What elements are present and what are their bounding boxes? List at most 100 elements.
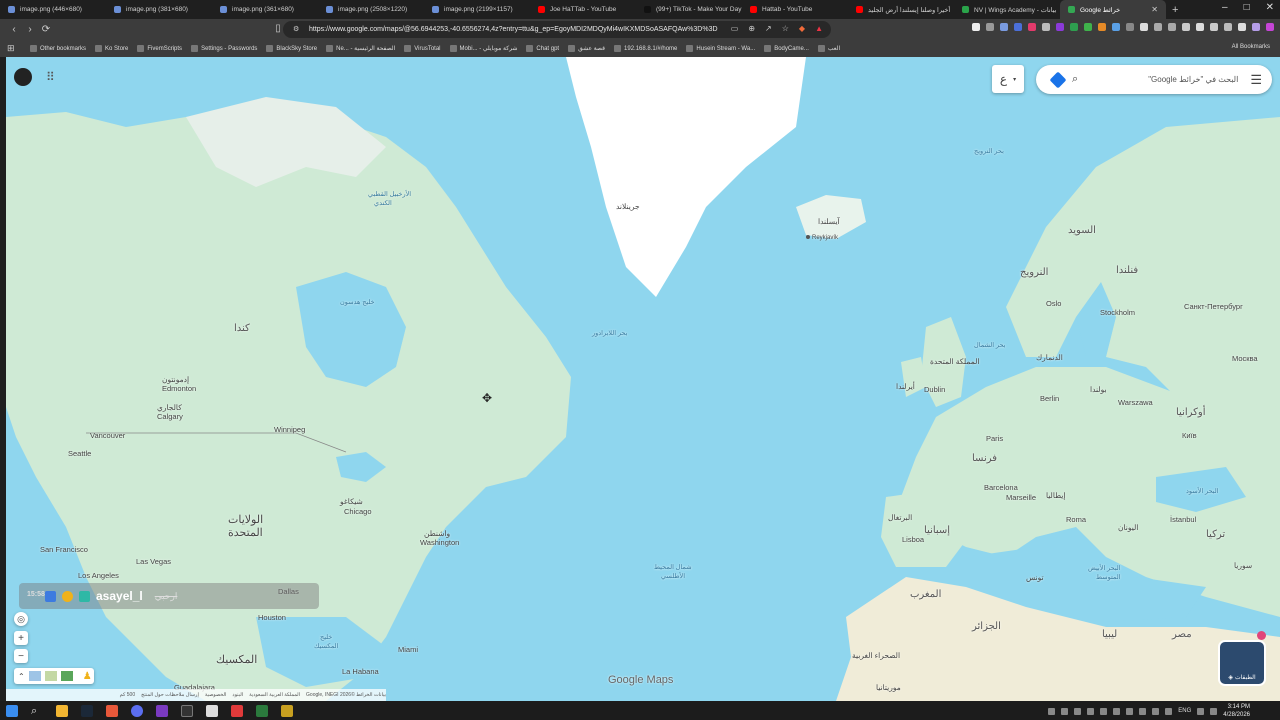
extension-icon[interactable] [1042, 23, 1050, 31]
map-thumb-icon[interactable] [28, 671, 41, 681]
map-label-ukraine[interactable]: أوكرانيا [1176, 407, 1206, 418]
map-label-seattle[interactable]: Seattle [68, 449, 91, 458]
map-label-usa[interactable]: الولايات [228, 513, 263, 526]
zoom-icon[interactable]: ⊕ [748, 24, 755, 33]
attribution-link[interactable]: الخصوصية [205, 692, 227, 698]
map-label-greenland[interactable]: جرينلاند [616, 202, 640, 211]
volume-icon[interactable] [1210, 707, 1218, 715]
map-label-usa-2[interactable]: المتحدة [228, 526, 263, 539]
tray-icon[interactable] [1048, 707, 1056, 715]
map-label-algeria[interactable]: الجزائر [972, 621, 1001, 632]
map-label-washington-ar[interactable]: واشنطن [424, 529, 450, 538]
attribution-link[interactable]: بيانات الخرائط ©2026 Google, INEGI [306, 692, 386, 698]
map-label-kyiv[interactable]: Київ [1182, 431, 1197, 440]
bookmark-item[interactable]: Ko Store [95, 45, 128, 52]
language-button[interactable]: ع ▾ [992, 65, 1024, 93]
layers-button[interactable]: ◈ الطبقات [1218, 640, 1266, 686]
map-label-barcelona[interactable]: Barcelona [984, 483, 1018, 492]
satellite-thumb-icon[interactable] [60, 671, 73, 681]
map-label-sweden[interactable]: السويد [1068, 225, 1096, 236]
star-icon[interactable]: ☆ [782, 24, 789, 33]
zoom-out-button[interactable]: − [14, 649, 28, 663]
language-indicator[interactable]: ENG [1178, 708, 1191, 714]
file-explorer-icon[interactable] [56, 704, 68, 717]
app-icon[interactable] [231, 704, 243, 717]
maximize-icon[interactable]: □ [1244, 2, 1250, 13]
extension-icon[interactable] [1224, 23, 1232, 31]
map-label-roma[interactable]: Roma [1066, 515, 1086, 524]
map-label-spain[interactable]: إسبانيا [924, 525, 950, 536]
map-label-edmonton-en[interactable]: Edmonton [162, 384, 196, 393]
extension-icon[interactable] [1210, 23, 1218, 31]
tray-icon[interactable] [1152, 707, 1160, 715]
extension-icon[interactable] [1140, 23, 1148, 31]
extension-icon[interactable] [1098, 23, 1106, 31]
browser-tab[interactable]: Google خرائط ✕ [1060, 0, 1166, 19]
map-label-vancouver[interactable]: Vancouver [90, 431, 125, 440]
map-type-strip[interactable]: ⌃ ♟ [14, 668, 94, 684]
tray-icon[interactable] [1061, 707, 1069, 715]
map-label-portugal[interactable]: البرتغال [888, 513, 912, 522]
extension-icon[interactable] [1238, 23, 1246, 31]
bookmark-item[interactable]: العب [817, 45, 840, 52]
pegman-icon[interactable]: ♟ [83, 671, 92, 682]
extension-icon[interactable] [1154, 23, 1162, 31]
attribution-link[interactable]: إرسال ملاحظات حول المنتج [141, 692, 199, 698]
map-label-finland[interactable]: فنلندا [1116, 265, 1138, 276]
obs-icon[interactable] [181, 704, 193, 717]
bookmark-item[interactable]: Settings - Passwords [191, 45, 257, 52]
map-canvas[interactable]: جرينلاند آيسلندا Reykjavík كندا الولايات… [6, 57, 1280, 701]
map-label-uk[interactable]: المملكة المتحدة [930, 357, 979, 366]
map-label-norway[interactable]: النرويج [1020, 267, 1048, 278]
bookmark-item[interactable]: VirusTotal [404, 45, 441, 52]
map-label-western-sahara[interactable]: الصحراء الغربية [852, 651, 900, 660]
browser-tab[interactable]: Hattab - YouTube [742, 0, 848, 19]
directions-icon[interactable] [1049, 71, 1067, 88]
share-icon[interactable]: ↗ [765, 24, 772, 33]
map-label-libya[interactable]: ليبيا [1102, 629, 1117, 640]
bookmark-item[interactable]: BlackSky Store [266, 45, 317, 52]
map-label-ireland[interactable]: أيرلندا [896, 382, 915, 391]
map-label-italy[interactable]: إيطاليا [1046, 491, 1065, 500]
map-label-washington[interactable]: Washington [420, 538, 459, 547]
map-label-chicago-ar[interactable]: شيكاغو [340, 497, 363, 506]
all-bookmarks-button[interactable]: All Bookmarks [1232, 44, 1270, 50]
map-label-syria[interactable]: سوريا [1234, 561, 1252, 570]
menu-icon[interactable]: ☰ [1250, 72, 1262, 88]
wifi-icon[interactable] [1197, 707, 1205, 715]
extension-icon[interactable] [1168, 23, 1176, 31]
extension-icon[interactable] [986, 23, 994, 31]
steam-icon[interactable] [81, 704, 93, 717]
browser-tab[interactable]: أخيرا وصلنا إيسلندا أرض الجليد [848, 0, 954, 19]
brave-icon[interactable] [106, 704, 118, 717]
map-label-mauritania[interactable]: موريتانيا [876, 683, 901, 692]
map-label-turkey[interactable]: تركيا [1206, 529, 1225, 540]
extension-icon[interactable] [972, 23, 980, 31]
extension-icon[interactable] [1084, 23, 1092, 31]
map-label-la-habana[interactable]: La Habana [342, 667, 379, 676]
app-icon[interactable] [281, 704, 293, 717]
map-label-chicago[interactable]: Chicago [344, 507, 372, 516]
map-label-winnipeg[interactable]: Winnipeg [274, 425, 305, 434]
map-label-dublin[interactable]: Dublin [924, 385, 945, 394]
expand-icon[interactable]: ⌃ [18, 672, 25, 681]
discord-icon[interactable] [131, 704, 143, 717]
search-icon[interactable]: ⌕ [31, 705, 43, 717]
brave-shield-icon[interactable]: ◆ [799, 24, 805, 33]
bookmark-item[interactable]: Ne... - الصفحة الرئيسية [326, 45, 395, 52]
map-label-houston[interactable]: Houston [258, 613, 286, 622]
search-box[interactable]: ☰ البحث في "خرائط Google" ⌕ [1036, 65, 1272, 94]
bookmark-item[interactable]: BodyCame... [764, 45, 809, 52]
screen-cast-icon[interactable]: ▭ [731, 24, 739, 33]
attribution-link[interactable]: البنود [232, 692, 243, 698]
browser-tab[interactable]: image.png (381×680) [106, 0, 212, 19]
map-label-stockholm[interactable]: Stockholm [1100, 308, 1135, 317]
tray-icon[interactable] [1113, 707, 1121, 715]
extension-icon[interactable] [1126, 23, 1134, 31]
map-label-tunisia[interactable]: تونس [1026, 573, 1044, 582]
map-label-lisboa[interactable]: Lisboa [902, 535, 924, 544]
apps-icon[interactable]: ⊞ [7, 43, 15, 54]
browser-tab[interactable]: image.png (2508×1220) [318, 0, 424, 19]
clock[interactable]: 3:14 PM 4/28/2026 [1223, 703, 1250, 719]
map-label-canada[interactable]: كندا [234, 323, 250, 334]
